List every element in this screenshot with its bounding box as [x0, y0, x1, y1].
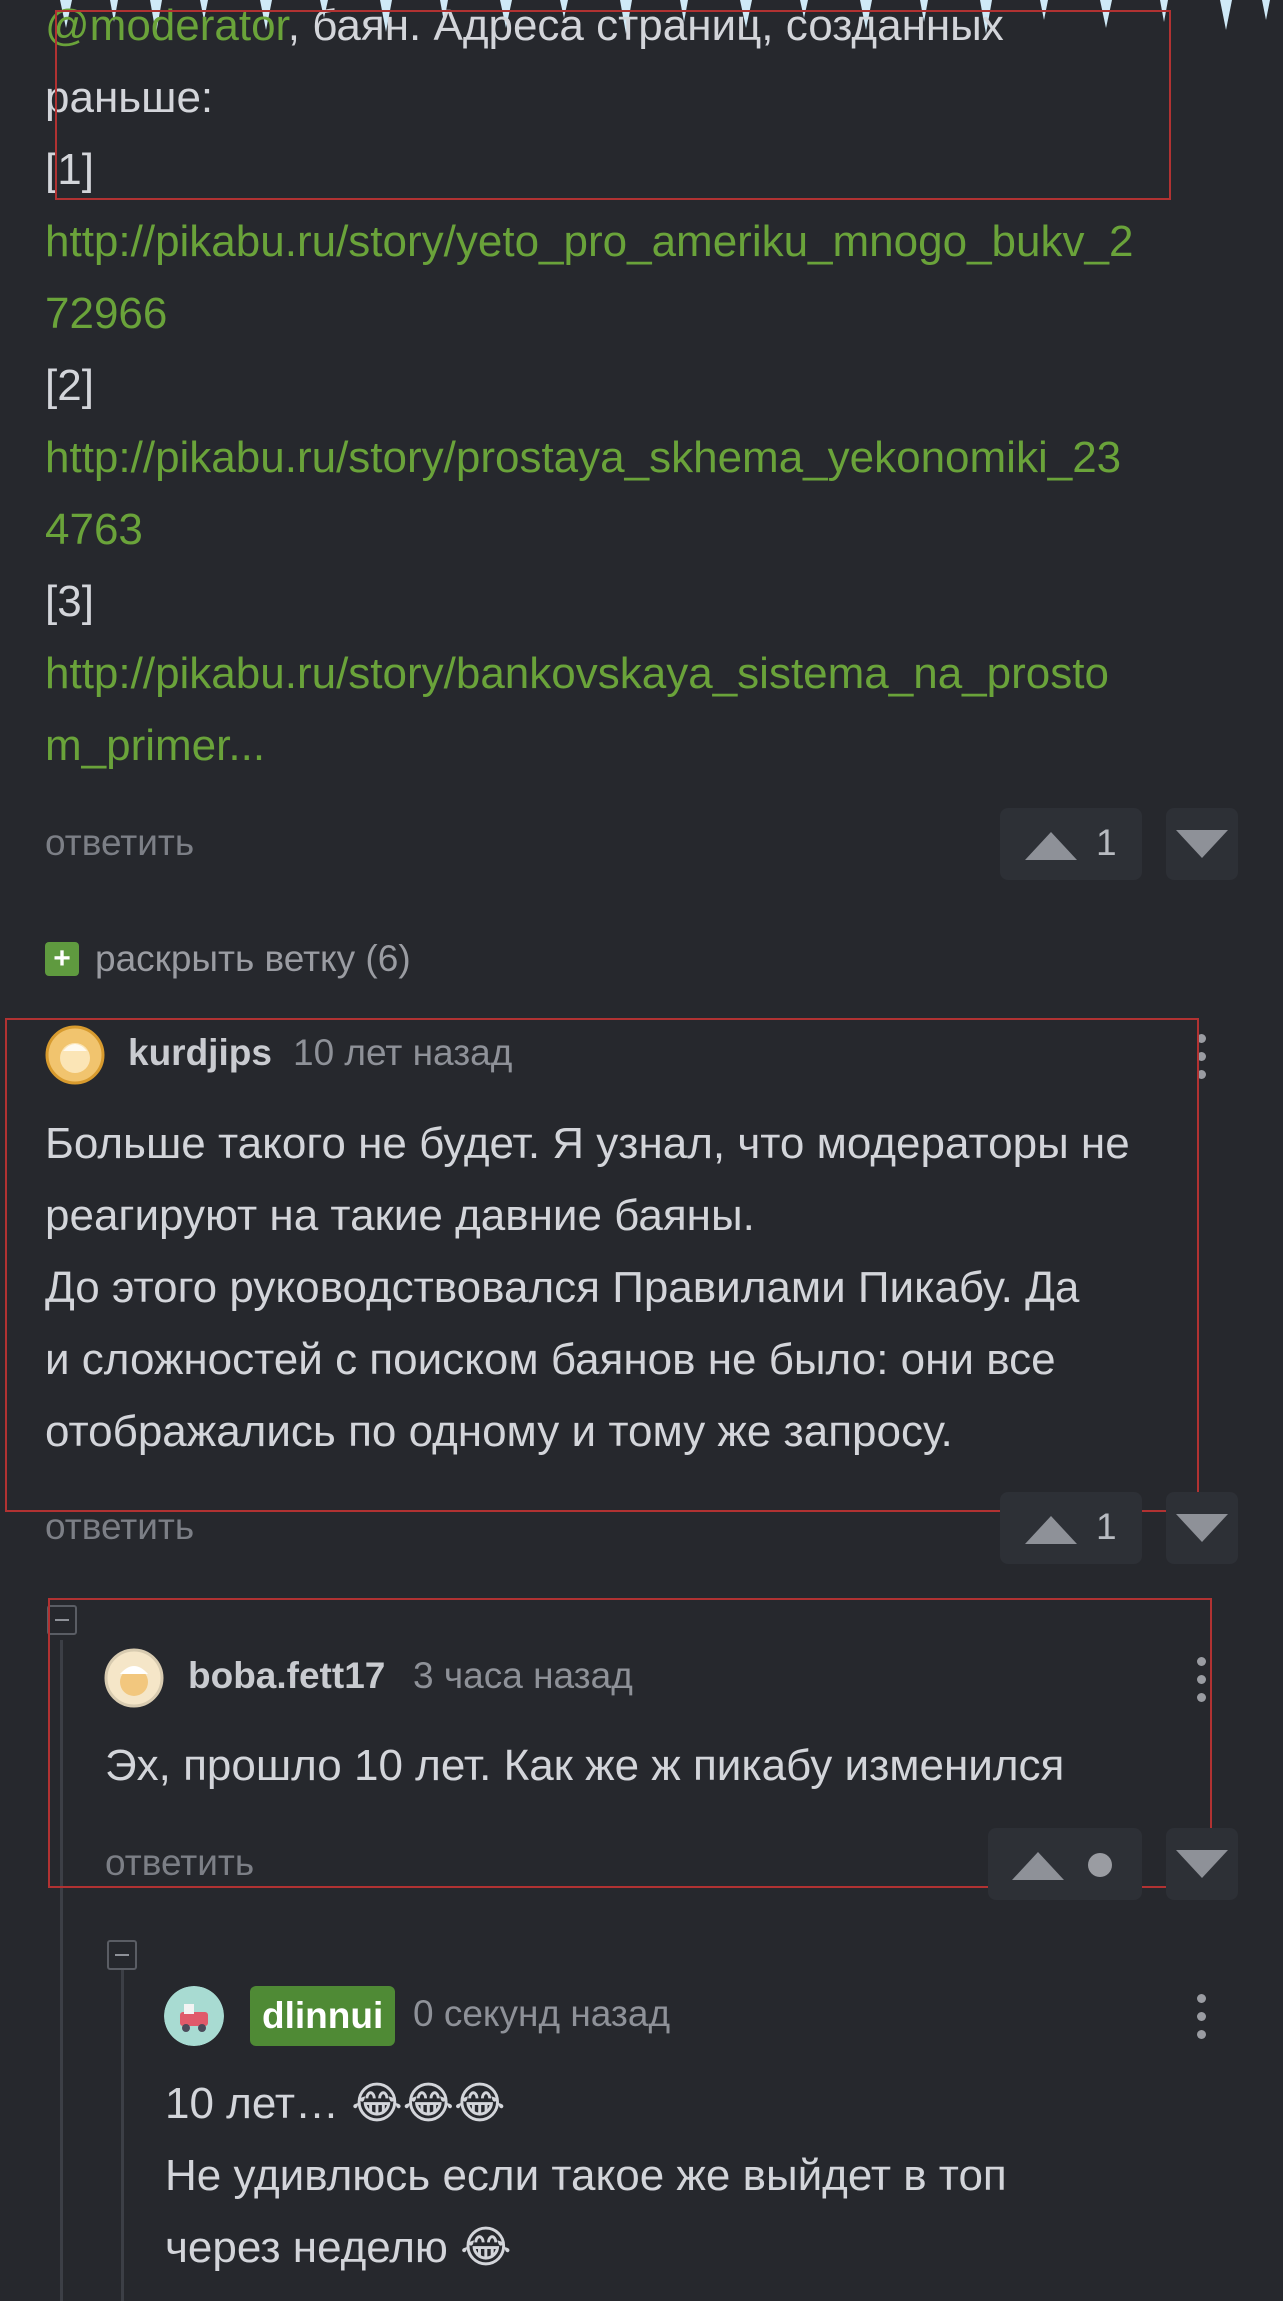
comment-time: 10 лет назад [293, 1032, 513, 1073]
comment-text-line: реагируют на такие давние баяны. [45, 1191, 755, 1240]
avatar[interactable] [104, 1648, 164, 1708]
expand-branch-label[interactable]: раскрыть ветку (6) [95, 938, 411, 980]
rating-hidden-dot [1088, 1853, 1112, 1877]
comment-text-line: через неделю 😂 [165, 2223, 512, 2272]
story-link-2[interactable]: http://pikabu.ru/story/prostaya_skhema_y… [45, 422, 1121, 494]
mention-link[interactable]: @moderator [45, 1, 288, 50]
story-link-2-cont[interactable]: 4763 [45, 494, 143, 566]
username[interactable]: boba.fett17 [188, 1655, 385, 1697]
upvote-icon[interactable] [1012, 1852, 1064, 1880]
comment-text-line: 10 лет… 😂😂😂 [165, 2079, 506, 2128]
reply-button[interactable]: ответить [45, 822, 194, 864]
vote-down-box[interactable] [1166, 808, 1238, 880]
comment-text-line: и сложностей с поиском баянов не было: о… [45, 1335, 1056, 1384]
comment-text-line: Не удивлюсь если такое же выйдет в топ [165, 2151, 1007, 2200]
upvote-icon[interactable] [1025, 832, 1077, 860]
comment-text-line: раньше: [45, 73, 214, 122]
rating-count: 1 [1096, 1506, 1117, 1547]
username[interactable]: dlinnui [262, 1995, 383, 2036]
rating-count: 1 [1096, 822, 1117, 863]
thread-line [60, 1640, 63, 2301]
comment-text-line: Больше такого не будет. Я узнал, что мод… [45, 1119, 1130, 1168]
story-link-1-cont[interactable]: 72966 [45, 278, 167, 350]
upvote-icon[interactable] [1025, 1516, 1077, 1544]
collapse-thread-icon[interactable] [107, 1940, 137, 1970]
vote-up-box[interactable]: 1 [1000, 1492, 1142, 1564]
thread-line [121, 1970, 124, 2301]
comment-text-line: @moderator, баян. Адреса страниц, создан… [45, 0, 1004, 62]
comment-text-line: До этого руководствовался Правилами Пика… [45, 1263, 1080, 1312]
username[interactable]: kurdjips [128, 1032, 272, 1074]
more-options-icon[interactable] [1197, 1034, 1207, 1088]
collapse-thread-icon[interactable] [47, 1605, 77, 1635]
story-link-1[interactable]: http://pikabu.ru/story/yeto_pro_ameriku_… [45, 206, 1133, 278]
story-link-3-cont[interactable]: m_primer... [45, 710, 265, 782]
downvote-icon[interactable] [1176, 1514, 1228, 1542]
more-options-icon[interactable] [1197, 1657, 1207, 1711]
vote-up-box[interactable]: 1 [1000, 808, 1142, 880]
plus-icon[interactable]: + [45, 942, 79, 976]
reference-label: [3] [45, 577, 94, 626]
reply-button[interactable]: ответить [105, 1842, 254, 1884]
more-options-icon[interactable] [1197, 1994, 1207, 2048]
comment-text: , баян. Адреса страниц, созданных [287, 1, 1004, 50]
comment-time: 3 часа назад [413, 1655, 633, 1696]
downvote-icon[interactable] [1176, 830, 1228, 858]
vote-down-box[interactable] [1166, 1828, 1238, 1900]
reference-label: [2] [45, 361, 94, 410]
avatar[interactable] [164, 1986, 224, 2046]
reply-button[interactable]: ответить [45, 1506, 194, 1548]
author-badge[interactable]: dlinnui [250, 1986, 396, 2046]
vote-up-box[interactable] [988, 1828, 1142, 1900]
comment-text-line: Эх, прошло 10 лет. Как же ж пикабу измен… [105, 1741, 1065, 1790]
comment-time: 0 секунд назад [413, 1993, 671, 2034]
vote-down-box[interactable] [1166, 1492, 1238, 1564]
reference-label: [1] [45, 145, 94, 194]
comment-text-line: отображались по одному и тому же запросу… [45, 1407, 953, 1456]
story-link-3[interactable]: http://pikabu.ru/story/bankovskaya_siste… [45, 638, 1109, 710]
downvote-icon[interactable] [1176, 1850, 1228, 1878]
avatar[interactable] [45, 1025, 105, 1085]
